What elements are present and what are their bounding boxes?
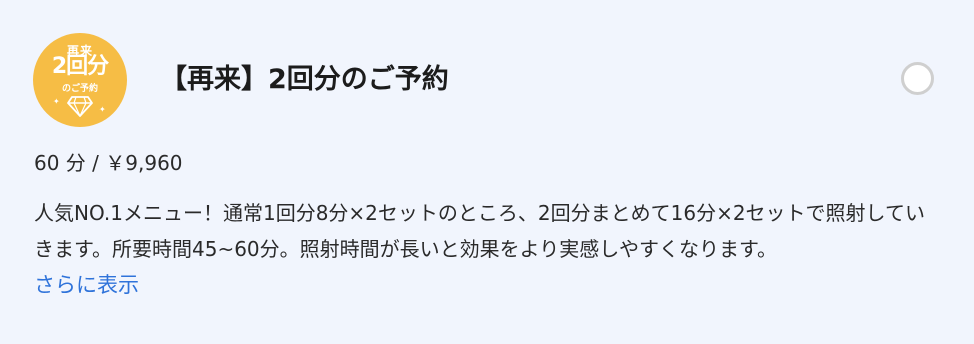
menu-description: 人気NO.1メニュー！通常1回分8分×2セットのところ、2回分まとめて16分×2… bbox=[34, 201, 925, 261]
sparkle-icon: ✦ bbox=[53, 97, 60, 106]
duration-price: 60 分 / ￥9,960 bbox=[34, 151, 183, 175]
select-radio[interactable] bbox=[901, 62, 934, 95]
repeat-booking-badge: 再来 2回分 のご予約 ✦ ✦ bbox=[33, 33, 127, 127]
badge-sub-text: のご予約 bbox=[61, 84, 98, 94]
menu-title: 【再来】2回分のご予約 bbox=[160, 64, 449, 95]
badge-main-text: 2回分 bbox=[51, 54, 109, 79]
menu-card[interactable]: 再来 2回分 のご予約 ✦ ✦ 【再来】2回分のご予約 60 分 / ￥9,96… bbox=[0, 0, 974, 344]
diamond-icon bbox=[67, 96, 93, 117]
show-more-link[interactable]: さらに表示 bbox=[34, 270, 139, 300]
sparkle-icon: ✦ bbox=[99, 105, 106, 114]
